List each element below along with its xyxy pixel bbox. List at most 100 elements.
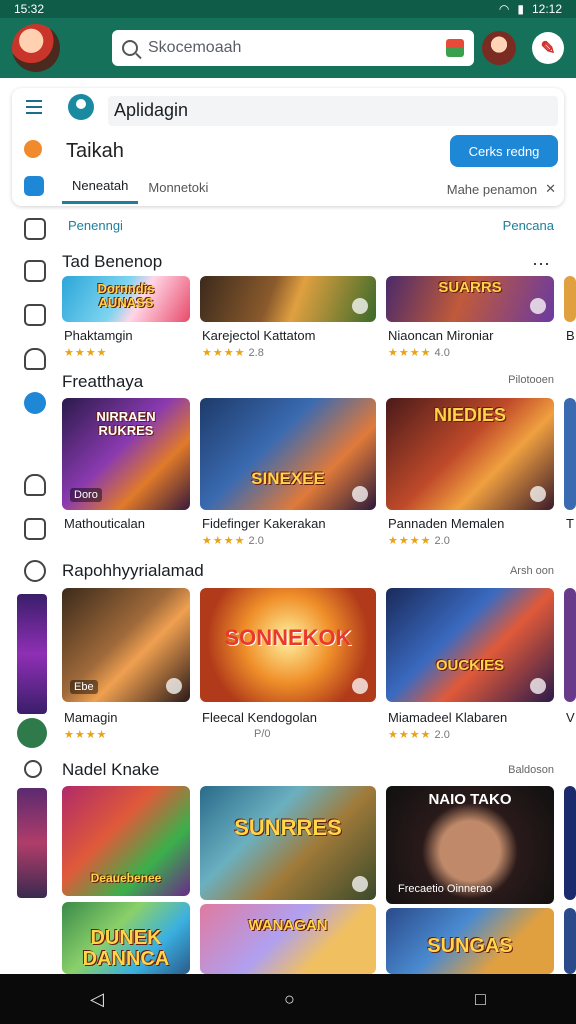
game-tile[interactable]: Dornndis AUNASS [62,276,190,322]
house-icon[interactable] [24,474,46,496]
tile-art-title: SUARRS [438,279,502,296]
game-rating: ★★★★ 4.0 [388,347,450,359]
game-tile[interactable]: SUNGAS [386,908,554,974]
game-name[interactable]: Niaoncan Mironiar [388,328,494,343]
cta-button[interactable]: Cerks redng [450,135,558,167]
game-name[interactable]: T [566,516,574,531]
game-name[interactable]: Fidefinger Kakerakan [202,516,326,531]
game-tile[interactable]: SONNEKOK [200,588,376,702]
game-rating: P/0 [254,728,271,740]
tile-badge: Ebe [70,680,98,694]
tab-bar: Neneatah Monnetoki Mahe penamon ✕ [62,174,556,204]
side-banner-2[interactable] [17,788,47,898]
game-name[interactable]: B [566,328,575,343]
tile-art-title: WANAGAN [248,917,328,934]
play-icon [530,678,546,694]
tile-art-title: OUCKIES [435,657,505,674]
game-rating: ★★★★ 2.8 [202,347,264,359]
info-icon[interactable] [24,560,46,582]
checklist-icon[interactable] [24,304,46,326]
search-input[interactable]: Skocemoaah [148,39,436,57]
game-tile[interactable]: Ebe [62,588,190,702]
game-name[interactable]: V [566,710,575,725]
tile-art-title: Deauebenee [90,871,162,885]
account-icon[interactable] [68,94,94,120]
play-icon [530,486,546,502]
tile-art-title: NAIO TAKO [428,791,512,808]
chat-icon[interactable] [24,392,46,414]
menu-icon[interactable] [26,100,42,114]
sub-header: Penenngi Pencana [68,218,554,233]
section-link[interactable]: Baldoson [508,764,554,776]
top-app-bar: Skocemoaah ✎ [0,18,576,78]
section-link[interactable]: Arsh oon [510,565,554,577]
more-icon[interactable]: ⋯ [532,254,552,275]
game-tile[interactable] [200,276,376,322]
game-name[interactable]: Miamadeel Klabaren [388,710,507,725]
status-bar: 15:32 ◠ ▮ 12:12 [0,0,576,18]
app-name-field[interactable]: Aplidagin [108,96,558,126]
play-icon [352,486,368,502]
game-rating: ★★★★ [64,729,108,741]
game-tile[interactable] [564,398,576,510]
game-name[interactable]: Pannaden Memalen [388,516,504,531]
game-tile[interactable]: WANAGAN [200,904,376,974]
edit-icon[interactable]: ✎ [532,32,564,64]
play-icon [352,678,368,694]
tile-art-title: NIEDIES [433,405,507,425]
search-bar[interactable]: Skocemoaah [112,30,474,66]
sub-header-right[interactable]: Pencana [503,218,554,233]
game-name[interactable]: Mathouticalan [64,516,145,531]
game-tile[interactable]: NAIO TAKO Frecaetio Oinnerao [386,786,554,904]
game-tile[interactable]: SUNRRES [200,786,376,900]
game-tile[interactable]: NIRRAEN RUKRES Doro [62,398,190,510]
tile-art-title: SUNRRES [234,815,342,840]
wifi-icon: ◠ [498,2,510,16]
game-tile[interactable] [564,276,576,322]
gift-icon[interactable] [446,39,464,57]
games-icon[interactable] [24,218,46,240]
game-tile[interactable] [564,588,576,702]
game-tile[interactable] [564,908,576,974]
tile-art-title: DUNEK DANNCA [82,927,170,970]
game-tile[interactable]: DUNEK DANNCA [62,902,190,974]
section-title: Rapohhyyrialamad [62,561,204,580]
tile-art-title: SINEXEE [251,469,325,488]
game-name[interactable]: Karejectol Kattatom [202,328,315,343]
app-logo[interactable] [12,24,60,72]
game-tile[interactable]: SUARRS [386,276,554,322]
play-icon [166,678,182,694]
game-name[interactable]: Mamagin [64,710,117,725]
status-right: 12:12 [531,2,562,16]
tab-active[interactable]: Neneatah [62,174,139,204]
game-tile[interactable]: Deauebenee [62,786,190,896]
game-tile[interactable]: SINEXEE [200,398,376,510]
store-icon[interactable] [24,176,44,196]
avatar[interactable] [482,31,516,65]
game-tile[interactable]: NIEDIES [386,398,554,510]
side-banner[interactable] [17,594,47,714]
back-icon[interactable]: ◁ [90,989,104,1010]
game-name[interactable]: Fleecal Kendogolan [202,710,317,725]
tile-art-title: Dornndis AUNASS [97,281,155,310]
home-icon[interactable] [24,348,46,370]
home-icon-nav[interactable]: ○ [284,989,295,1010]
tile-art-title: SUNGAS [427,935,513,957]
game-name[interactable]: Phaktamgin [64,328,133,343]
recent-apps-icon[interactable]: □ [475,989,486,1010]
game-rating: ★★★★ 2.0 [388,535,450,547]
tab-second[interactable]: Monnetoki [138,176,218,203]
notification-icon[interactable] [24,140,42,158]
refresh-icon[interactable] [24,518,46,540]
library-icon[interactable] [24,260,46,282]
status-time: 15:32 [14,2,45,16]
close-icon[interactable]: ✕ [545,181,556,197]
game-tile[interactable] [564,786,576,900]
tab-right[interactable]: Mahe penamon [447,182,537,197]
game-rating: ★★★★ 2.0 [202,535,264,547]
section-link[interactable]: Pilotooen [508,374,554,386]
sub-header-left[interactable]: Penenngi [68,218,123,233]
side-avatar[interactable] [17,718,47,748]
search-icon-rail[interactable] [24,760,42,778]
game-tile[interactable]: OUCKIES [386,588,554,702]
